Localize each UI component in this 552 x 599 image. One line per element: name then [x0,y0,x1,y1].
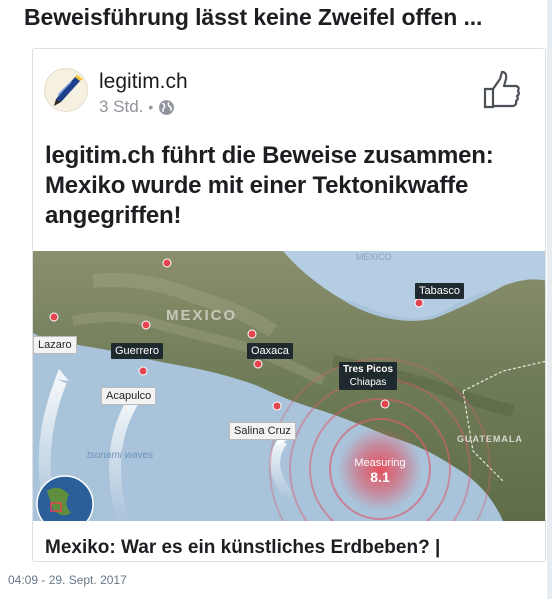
map-label-salina-cruz: Salina Cruz [229,422,296,440]
map-label-measuring: Measuring 8.1 [347,456,413,484]
map-label-mexico: MEXICO [166,307,238,324]
post-message: legitim.ch führt die Beweise zusammen: M… [45,142,494,229]
map-label-tres-picos: Tres Picos [343,364,394,375]
tweet-headline: Beweisführung lässt keine Zweifel offen … [24,4,483,30]
facebook-post-card[interactable]: legitim.ch 3 Std. • legitim.ch führt die… [32,48,546,562]
map-label-tabasco: Tabasco [415,283,464,299]
link-preview-title[interactable]: Mexiko: War es ein künstliches Erdbeben?… [45,537,440,559]
earthquake-map-image[interactable]: MEXICO MEXICO Lazaro Guerrero Oaxaca Aca… [33,251,545,521]
post-meta: 3 Std. • [99,97,175,117]
magnitude-value: 8.1 [370,469,390,485]
tweet-timestamp[interactable]: 04:09 - 29. Sept. 2017 [8,573,127,587]
map-label-guerrero: Guerrero [111,343,164,359]
meta-separator: • [148,99,154,115]
page-avatar[interactable] [44,68,88,112]
page-name[interactable]: legitim.ch [99,70,188,94]
quill-logo-icon [45,69,87,111]
globe-icon [159,99,175,115]
thumbs-up-icon[interactable] [481,69,523,111]
map-graphic [33,251,545,521]
map-label-oaxaca: Oaxaca [247,343,293,359]
map-label-tsunami-waves: tsunami waves [87,450,154,461]
measuring-label: Measuring [354,457,406,469]
post-time[interactable]: 3 Std. [99,97,143,117]
map-label-mexico-top: MEXICO [356,252,392,262]
page-edge-divider [547,0,552,599]
map-label-guatemala: GUATEMALA [457,434,523,444]
map-label-acapulco: Acapulco [101,387,157,405]
map-label-chiapas: Chiapas [349,377,387,388]
map-label-tres-picos-chiapas: Tres Picos Chiapas [339,362,398,390]
map-label-lazaro: Lazaro [33,336,77,354]
